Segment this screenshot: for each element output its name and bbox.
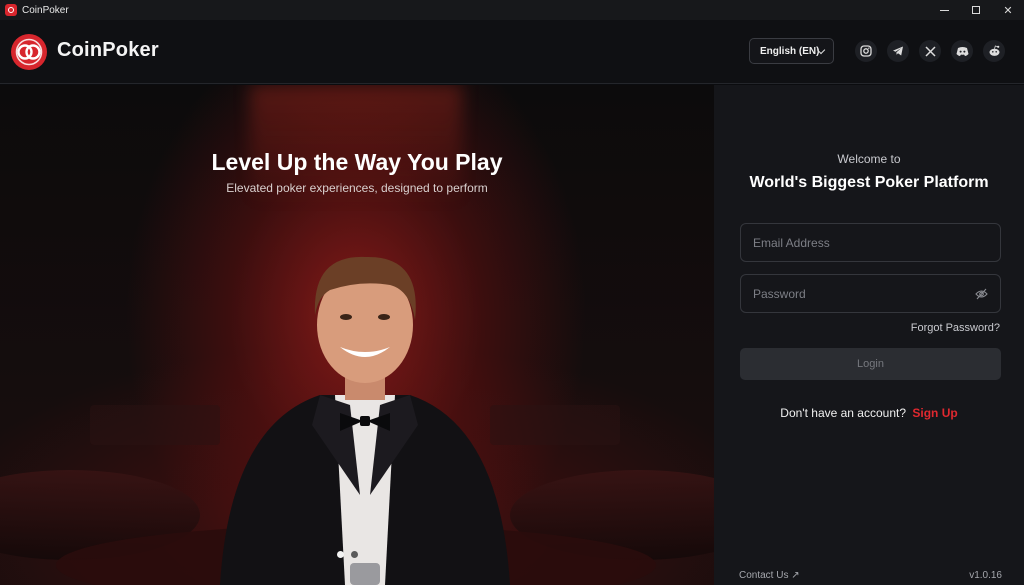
email-input[interactable]	[753, 235, 973, 250]
app-logo-icon	[5, 4, 17, 16]
instagram-button[interactable]	[855, 40, 877, 62]
app-header: CoinPoker English (EN)	[0, 20, 1024, 84]
signup-prompt: Don't have an account? Sign Up	[714, 406, 1024, 420]
login-panel: Welcome to World's Biggest Poker Platfor…	[714, 85, 1024, 585]
version-label: v1.0.16	[969, 570, 1002, 581]
hero-player-image	[220, 256, 510, 585]
telegram-icon	[893, 46, 903, 56]
carousel-dot-1[interactable]	[337, 551, 344, 558]
hero-title: Level Up the Way You Play	[211, 149, 503, 175]
contact-us-link[interactable]: Contact Us ↗	[739, 570, 800, 581]
language-label: English (EN)	[760, 45, 820, 57]
hero-banner: Level Up the Way You Play Elevated poker…	[0, 85, 714, 585]
close-button[interactable]: ✕	[992, 0, 1024, 20]
password-field[interactable]	[740, 274, 1001, 313]
welcome-text: Welcome to	[837, 152, 901, 166]
eye-off-icon[interactable]	[975, 288, 988, 300]
x-button[interactable]	[919, 40, 941, 62]
maximize-button[interactable]	[960, 0, 992, 20]
close-icon: ✕	[1003, 4, 1013, 17]
telegram-button[interactable]	[887, 40, 909, 62]
carousel-indicators	[337, 551, 358, 558]
coinpoker-logo-icon[interactable]	[11, 34, 47, 70]
sign-up-link[interactable]: Sign Up	[912, 406, 957, 420]
language-select[interactable]: English (EN)	[749, 38, 834, 64]
forgot-password-link[interactable]: Forgot Password?	[911, 322, 1000, 334]
platform-heading: World's Biggest Poker Platform	[749, 174, 989, 191]
no-account-text: Don't have an account?	[780, 406, 907, 420]
reddit-button[interactable]	[983, 40, 1005, 62]
discord-button[interactable]	[951, 40, 973, 62]
x-icon	[924, 45, 936, 57]
maximize-icon	[972, 6, 980, 14]
hero-subtitle: Elevated poker experiences, designed to …	[226, 181, 488, 195]
login-button[interactable]: Login	[740, 348, 1001, 380]
window-title: CoinPoker	[22, 4, 69, 16]
brand-name[interactable]: CoinPoker	[57, 39, 159, 62]
minimize-icon	[939, 9, 949, 11]
instagram-icon	[860, 45, 872, 57]
password-input[interactable]	[753, 286, 973, 301]
reddit-icon	[989, 45, 999, 56]
window-title-bar: CoinPoker	[0, 0, 1024, 20]
minimize-button[interactable]	[928, 0, 960, 20]
email-field[interactable]	[740, 223, 1001, 262]
discord-icon	[956, 46, 968, 56]
carousel-dot-2[interactable]	[351, 551, 358, 558]
